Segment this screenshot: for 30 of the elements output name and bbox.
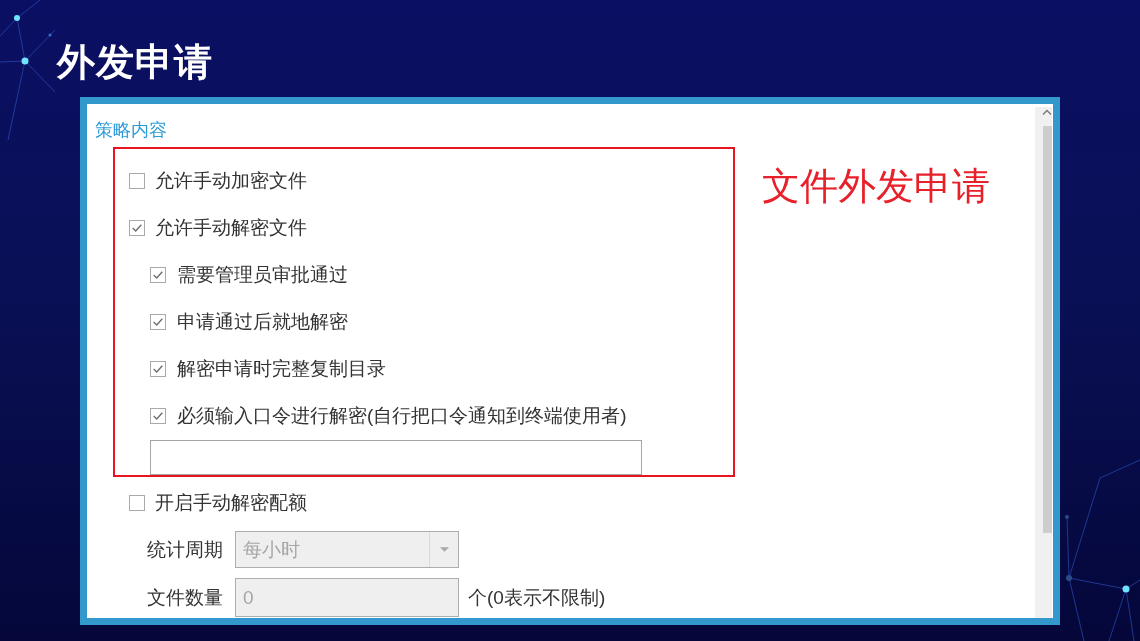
field-note: 个(0表示不限制) <box>468 585 606 610</box>
checkbox[interactable] <box>150 266 166 283</box>
password-field[interactable] <box>150 440 642 475</box>
checkbox-label: 开启手动解密配额 <box>155 491 307 515</box>
checkbox[interactable] <box>150 360 166 377</box>
chevron-up-icon[interactable] <box>1042 109 1052 115</box>
field-label: 文件数量 <box>147 585 223 610</box>
checkbox[interactable] <box>129 219 145 236</box>
scrollbar-thumb[interactable] <box>1043 126 1052 533</box>
checkbox-label: 解密申请时完整复制目录 <box>177 356 386 381</box>
checkbox-label: 允许手动解密文件 <box>155 215 307 240</box>
checkmark-icon <box>153 270 163 279</box>
checkbox[interactable] <box>150 313 166 330</box>
caret-down-icon <box>439 547 449 552</box>
checkbox-label: 申请通过后就地解密 <box>177 309 348 334</box>
checkbox[interactable] <box>129 495 145 511</box>
checkbox-label: 允许手动加密文件 <box>155 168 307 193</box>
checkmark-icon <box>153 364 163 373</box>
checkbox-label: 必须输入口令进行解密(自行把口令通知到终端使用者) <box>177 403 627 428</box>
slide-title: 外发申请 <box>57 41 213 83</box>
field-label: 统计周期 <box>147 537 223 562</box>
checkbox[interactable] <box>150 407 166 424</box>
scrollbar[interactable] <box>1035 107 1052 618</box>
annotation-text: 文件外发申请 <box>762 165 990 207</box>
checkmark-icon <box>153 411 163 420</box>
checkmark-icon <box>132 223 142 232</box>
section-title: 策略内容 <box>95 120 167 140</box>
checkbox-label: 需要管理员审批通过 <box>177 262 348 287</box>
checkmark-icon <box>153 317 163 326</box>
checkbox[interactable] <box>129 172 145 189</box>
